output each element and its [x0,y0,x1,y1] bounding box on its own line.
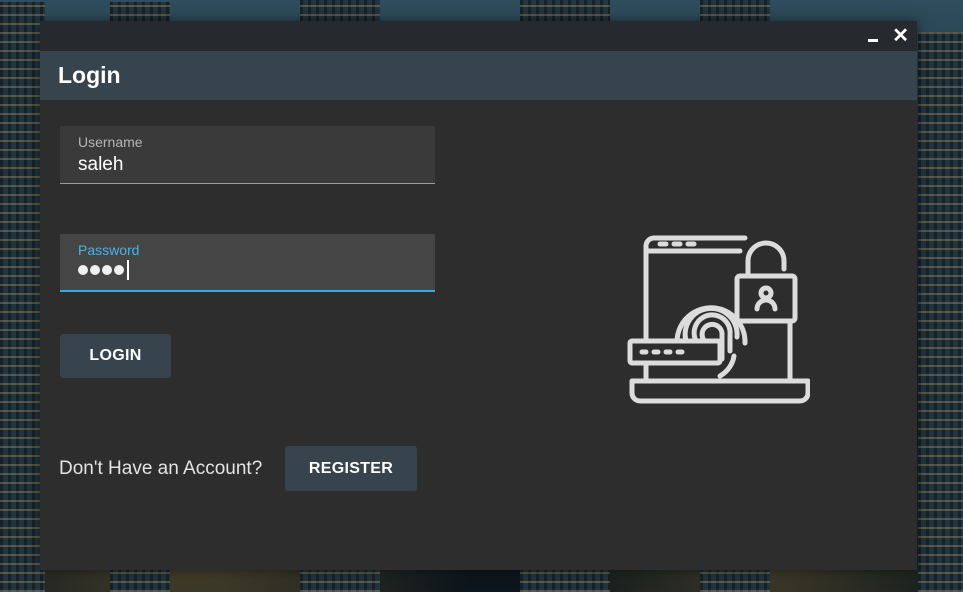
title-bar[interactable]: ✕ [40,21,917,51]
text-caret [127,260,129,280]
username-label: Username [78,134,143,150]
username-input[interactable] [78,154,408,176]
close-icon[interactable]: ✕ [892,26,909,46]
password-mask-dot [102,265,112,275]
password-mask-dot [90,265,100,275]
register-button[interactable]: REGISTER [285,446,417,491]
minimize-icon[interactable] [868,26,878,46]
fingerprint-laptop-lock-icon [627,235,810,404]
password-mask-dot [114,265,124,275]
login-button[interactable]: LOGIN [60,334,171,378]
register-prompt: Don't Have an Account? [59,458,263,479]
background-building [918,32,963,592]
password-mask-dot [78,265,88,275]
password-input[interactable] [78,260,417,280]
page-title: Login [58,62,121,88]
username-field[interactable]: Username [60,126,435,184]
password-label: Password [78,242,140,258]
password-field[interactable]: Password [60,234,435,292]
login-window: ✕ Login Username Password LOGIN Don't Ha… [40,21,917,570]
background-building [0,2,45,592]
header: Login [40,51,917,100]
